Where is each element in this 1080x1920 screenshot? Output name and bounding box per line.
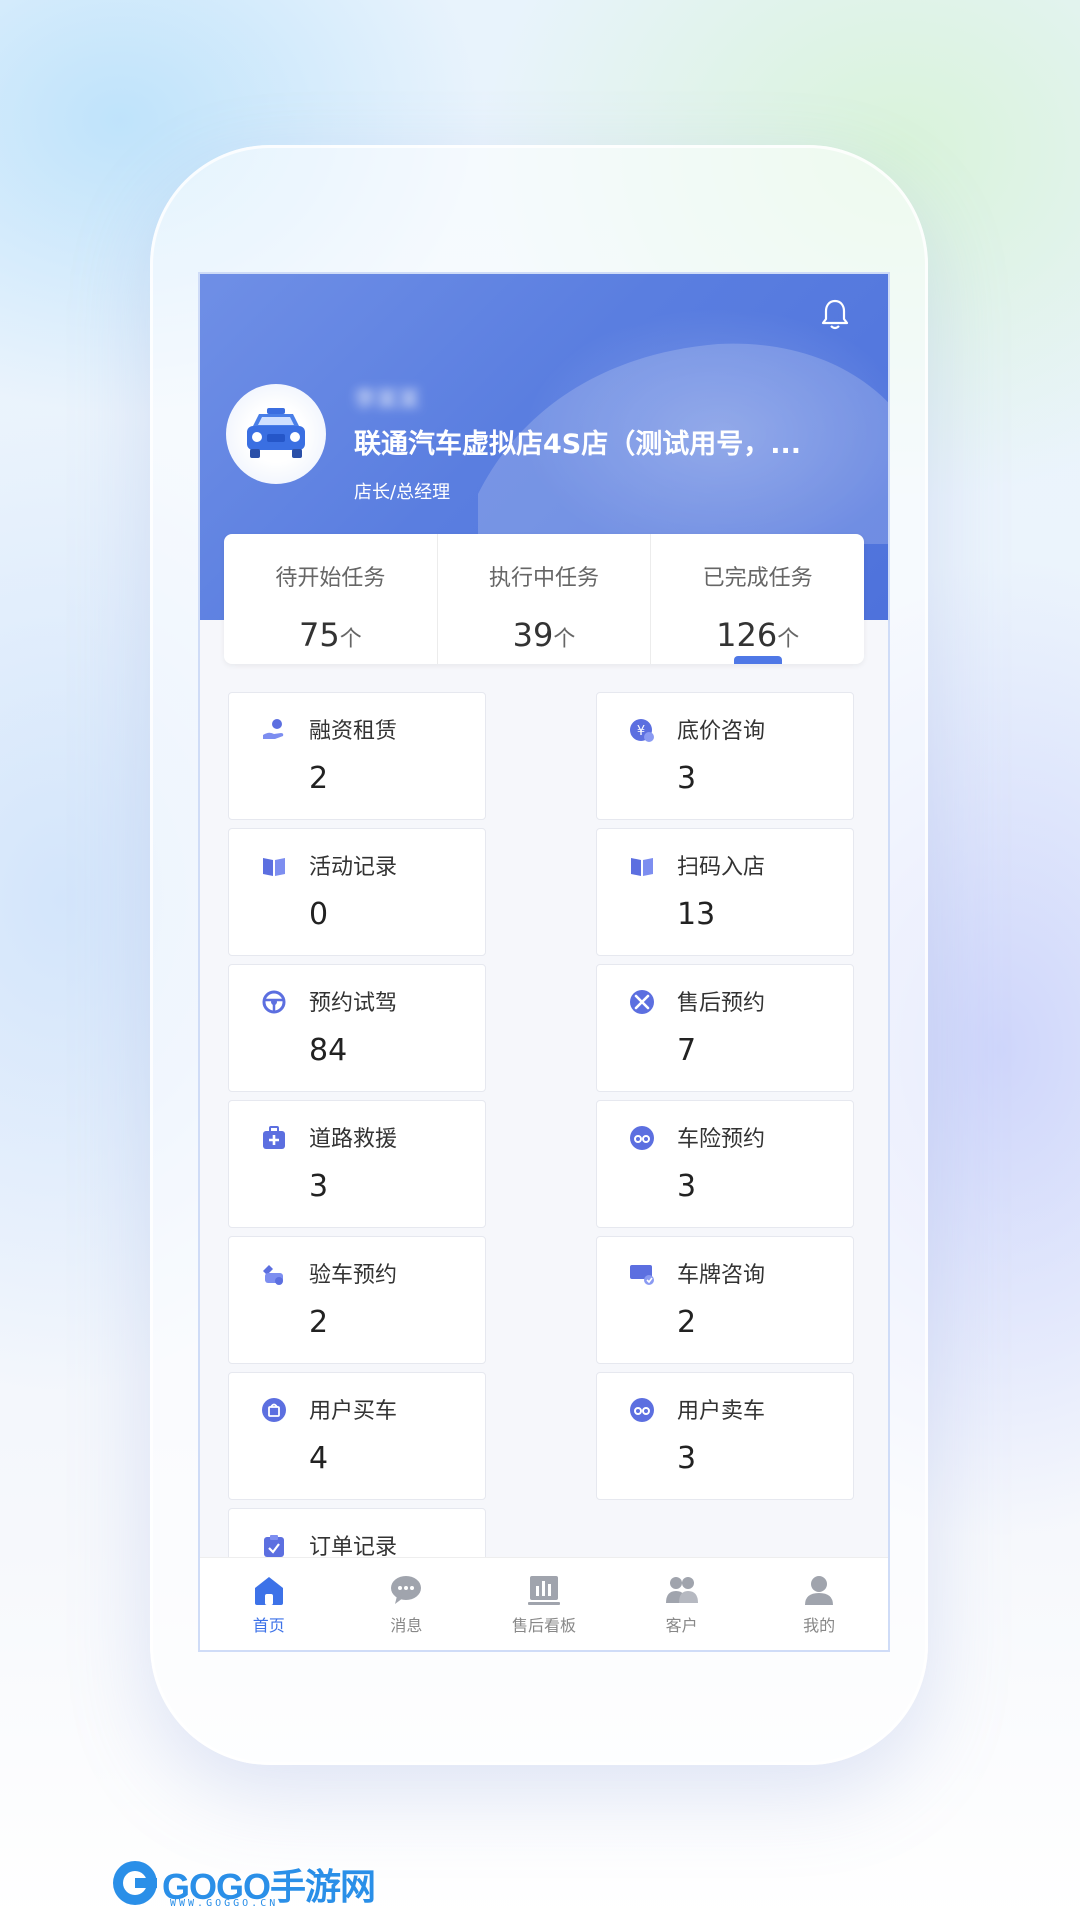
customers-icon [665,1577,698,1603]
steering-wheel-icon [262,990,286,1014]
stat-completed-tasks[interactable]: 已完成任务 126个 [650,534,864,664]
card-title: 融资租赁 [309,719,398,744]
stat-unit: 个 [553,627,576,652]
selected-indicator [733,656,782,664]
tools-icon [630,990,654,1014]
card-scan-visit[interactable]: 扫码入店 13 [596,828,854,956]
car-inspection-icon [263,1265,283,1285]
sell-car-icon [630,1398,654,1422]
tab-label: 客户 [665,1616,698,1635]
stat-in-progress-tasks[interactable]: 执行中任务 39个 [436,534,651,664]
profile-icon [805,1576,834,1605]
user-name: 李某某 [354,388,421,413]
notification-bell-icon[interactable] [820,298,850,332]
card-road-rescue[interactable]: 道路救援 3 [228,1100,486,1228]
card-title: 道路救援 [309,1127,398,1152]
card-title: 车牌咨询 [677,1263,766,1288]
card-title: 活动记录 [309,855,398,880]
car-insurance-icon [630,1126,654,1150]
card-price-inquiry[interactable]: ¥ 底价咨询 3 [596,692,854,820]
avatar[interactable] [226,384,326,484]
card-value: 2 [309,761,329,796]
card-test-drive[interactable]: 预约试驾 84 [228,964,486,1092]
bottom-tab-bar: 首页 消息 售后看板 客户 我的 [200,1557,888,1650]
card-user-sell-car[interactable]: 用户卖车 3 [596,1372,854,1500]
tab-label: 售后看板 [511,1616,576,1635]
gogo-watermark-logo: GOGO手游网 WWW.GOGGO.CN [110,1858,410,1914]
tab-after-sales-board[interactable]: 售后看板 [475,1558,613,1650]
card-finance-lease[interactable]: 融资租赁 2 [228,692,486,820]
card-value: 4 [309,1441,329,1476]
card-car-insurance[interactable]: 车险预约 3 [596,1100,854,1228]
card-title: 预约试驾 [309,991,398,1016]
card-title: 车险预约 [677,1127,766,1152]
shopping-bag-icon [262,1398,286,1422]
stat-unit: 个 [777,627,800,652]
stat-label: 执行中任务 [489,566,600,591]
stat-value: 39 [512,616,554,654]
card-value: 3 [677,1441,697,1476]
tab-label: 消息 [390,1616,423,1635]
svg-text:¥: ¥ [637,724,645,739]
app-screen: 李某某 联通汽车虚拟店4S店（测试用号，... 店长/总经理 待开始任务 75个… [198,272,890,1652]
car-avatar-icon [247,408,305,458]
price-inquiry-icon: ¥ [630,719,654,742]
stat-label: 已完成任务 [702,566,813,591]
card-value: 3 [677,1169,697,1204]
card-value: 13 [677,897,716,932]
card-car-inspection[interactable]: 验车预约 2 [228,1236,486,1364]
card-user-buy-car[interactable]: 用户买车 4 [228,1372,486,1500]
activity-book-icon [263,858,285,876]
finance-lease-icon [263,719,284,739]
watermark-url: WWW.GOGGO.CN [170,1898,279,1909]
stat-value: 75 [298,616,340,654]
task-stats-card: 待开始任务 75个 执行中任务 39个 已完成任务 126个 [224,534,864,664]
tab-messages[interactable]: 消息 [338,1558,476,1650]
stat-unit: 个 [339,627,362,652]
card-value: 3 [677,761,697,796]
card-value: 7 [677,1033,697,1068]
home-icon [254,1577,283,1605]
scan-book-icon [631,858,653,876]
gogo-logo-icon [113,1861,157,1905]
dashboard-icon [527,1576,560,1605]
card-title: 扫码入店 [677,855,766,880]
tab-customers[interactable]: 客户 [613,1558,751,1650]
message-icon [391,1576,422,1604]
store-name: 联通汽车虚拟店4S店（测试用号，... [354,429,802,460]
card-activity-record[interactable]: 活动记录 0 [228,828,486,956]
license-plate-icon [630,1265,654,1285]
clipboard-icon [264,1535,284,1557]
card-title: 用户卖车 [677,1399,766,1424]
tab-home[interactable]: 首页 [200,1558,338,1650]
card-license-plate[interactable]: 车牌咨询 2 [596,1236,854,1364]
card-value: 84 [309,1033,348,1068]
card-title: 底价咨询 [677,719,766,744]
card-title: 用户买车 [309,1399,398,1424]
stat-label: 待开始任务 [275,566,386,591]
tab-label: 我的 [803,1616,836,1635]
card-title: 验车预约 [309,1263,398,1288]
stat-value: 126 [716,616,778,654]
card-value: 0 [309,897,329,932]
card-value: 2 [677,1305,697,1340]
card-value: 2 [309,1305,329,1340]
card-title: 售后预约 [677,991,766,1016]
tab-profile[interactable]: 我的 [750,1558,888,1650]
first-aid-icon [263,1126,285,1149]
card-value: 3 [309,1169,329,1204]
tab-label: 首页 [252,1616,285,1635]
user-role: 店长/总经理 [354,482,451,503]
card-after-sales[interactable]: 售后预约 7 [596,964,854,1092]
stat-pending-tasks[interactable]: 待开始任务 75个 [224,534,437,664]
